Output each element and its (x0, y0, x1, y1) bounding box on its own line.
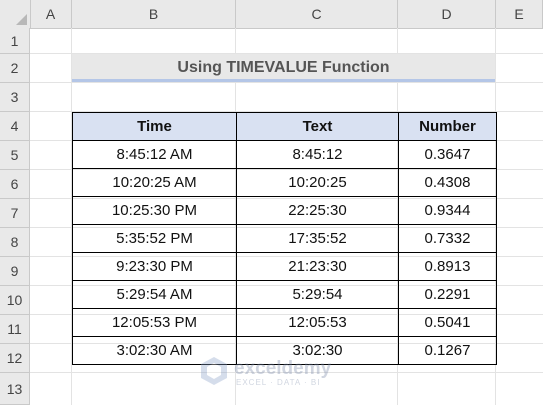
column-header-b[interactable]: B (72, 0, 236, 28)
row-header-6[interactable]: 6 (0, 170, 30, 199)
row-header-12[interactable]: 12 (0, 344, 30, 373)
gridline (30, 82, 543, 83)
row-header-7[interactable]: 7 (0, 199, 30, 228)
table-row: 5:29:54 AM 5:29:54 0.2291 (72, 280, 497, 309)
spreadsheet: A B C D E 1 2 3 4 5 6 7 8 9 10 11 12 13 … (0, 0, 543, 405)
select-all-button[interactable] (0, 0, 31, 28)
table-row: 10:25:30 PM 22:25:30 0.9344 (72, 196, 497, 225)
number-cell[interactable]: 0.1267 (398, 336, 497, 365)
text-cell[interactable]: 17:35:52 (236, 224, 399, 253)
number-cell[interactable]: 0.8913 (398, 252, 497, 281)
watermark-name: exceldemy (234, 358, 332, 379)
text-cell[interactable]: 5:29:54 (236, 280, 399, 309)
time-cell[interactable]: 9:23:30 PM (72, 252, 237, 281)
number-cell[interactable]: 0.3647 (398, 140, 497, 169)
text-cell[interactable]: 8:45:12 (236, 140, 399, 169)
column-header-a[interactable]: A (30, 0, 72, 28)
time-cell[interactable]: 10:20:25 AM (72, 168, 237, 197)
table-row: 5:35:52 PM 17:35:52 0.7332 (72, 224, 497, 253)
text-cell[interactable]: 12:05:53 (236, 308, 399, 337)
table-row: 12:05:53 PM 12:05:53 0.5041 (72, 308, 497, 337)
select-all-triangle-icon (16, 14, 27, 25)
time-cell[interactable]: 5:35:52 PM (72, 224, 237, 253)
column-header-bar: A B C D E (0, 0, 543, 29)
row-header-5[interactable]: 5 (0, 141, 30, 170)
exceldemy-watermark: exceldemy EXCEL · DATA · BI (200, 356, 350, 388)
row-header-8[interactable]: 8 (0, 228, 30, 257)
text-cell[interactable]: 10:20:25 (236, 168, 399, 197)
number-cell[interactable]: 0.7332 (398, 224, 497, 253)
watermark-tagline: EXCEL · DATA · BI (236, 378, 321, 387)
row-header-11[interactable]: 11 (0, 315, 30, 344)
number-cell[interactable]: 0.9344 (398, 196, 497, 225)
row-header-10[interactable]: 10 (0, 286, 30, 315)
number-cell[interactable]: 0.5041 (398, 308, 497, 337)
number-cell[interactable]: 0.2291 (398, 280, 497, 309)
table-row: 10:20:25 AM 10:20:25 0.4308 (72, 168, 497, 197)
text-cell[interactable]: 22:25:30 (236, 196, 399, 225)
column-header-c[interactable]: C (236, 0, 398, 28)
exceldemy-logo-icon (201, 357, 227, 385)
number-cell[interactable]: 0.4308 (398, 168, 497, 197)
row-header-3[interactable]: 3 (0, 83, 30, 112)
table-header-row: Time Text Number (72, 112, 497, 141)
header-text[interactable]: Text (236, 112, 399, 141)
header-time[interactable]: Time (72, 112, 237, 141)
header-number[interactable]: Number (398, 112, 497, 141)
table-row: 8:45:12 AM 8:45:12 0.3647 (72, 140, 497, 169)
time-cell[interactable]: 8:45:12 AM (72, 140, 237, 169)
column-header-d[interactable]: D (398, 0, 496, 28)
column-header-e[interactable]: E (496, 0, 543, 28)
row-header-13[interactable]: 13 (0, 373, 30, 405)
time-cell[interactable]: 10:25:30 PM (72, 196, 237, 225)
row-header-1[interactable]: 1 (0, 28, 30, 54)
row-header-9[interactable]: 9 (0, 257, 30, 286)
row-header-4[interactable]: 4 (0, 112, 30, 141)
time-cell[interactable]: 12:05:53 PM (72, 308, 237, 337)
data-table: Time Text Number 8:45:12 AM 8:45:12 0.36… (72, 112, 497, 365)
time-cell[interactable]: 5:29:54 AM (72, 280, 237, 309)
sheet-title[interactable]: Using TIMEVALUE Function (72, 54, 495, 82)
row-header-2[interactable]: 2 (0, 54, 30, 83)
table-row: 9:23:30 PM 21:23:30 0.8913 (72, 252, 497, 281)
text-cell[interactable]: 21:23:30 (236, 252, 399, 281)
